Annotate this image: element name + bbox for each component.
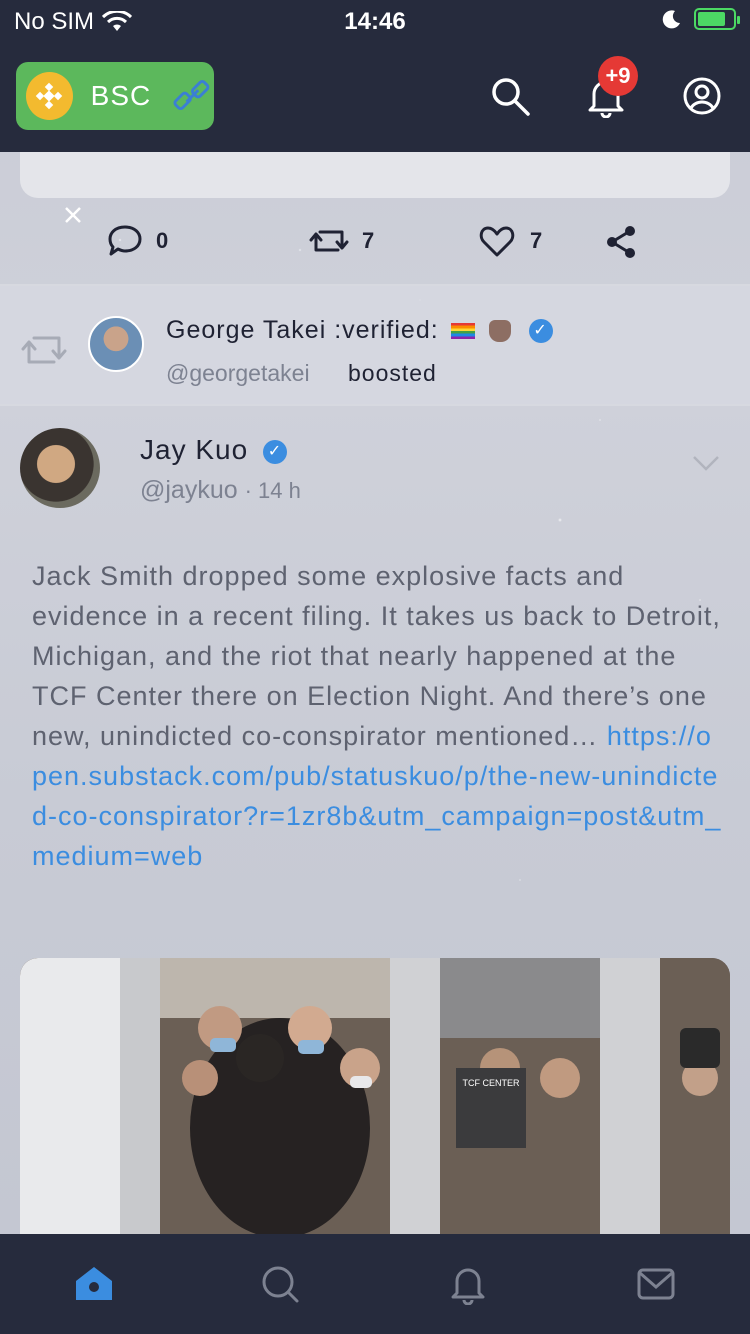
boost-count: 7	[362, 228, 375, 253]
booster-avatar[interactable]	[88, 316, 144, 372]
author-meta: @jaykuo · 14 h	[140, 476, 301, 505]
boosted-indicator-icon	[21, 336, 67, 364]
search-icon[interactable]	[488, 74, 532, 118]
bell-icon	[451, 1268, 485, 1305]
post-time: · 14 h	[244, 478, 301, 503]
moon-icon	[662, 10, 680, 29]
tab-notifications[interactable]	[438, 1254, 498, 1314]
network-label: BSC	[90, 80, 152, 111]
boosted-label: boosted	[348, 360, 437, 386]
bottom-tab-bar	[0, 1234, 750, 1334]
share-icon[interactable]	[604, 224, 638, 260]
search-icon	[262, 1266, 299, 1303]
clock: 14:46	[344, 8, 406, 35]
reply-icon	[108, 225, 142, 256]
reply-action[interactable]: 0	[106, 222, 168, 260]
battery-icon	[694, 8, 740, 30]
mail-icon	[637, 1268, 675, 1300]
network-switch-button[interactable]: BSC	[16, 62, 214, 130]
author-name-text: Jay Kuo	[140, 434, 249, 465]
tab-messages[interactable]	[626, 1254, 686, 1314]
booster-name[interactable]: George Takei :verified: ✓	[166, 316, 553, 345]
media-photo: TCF CENTER	[20, 958, 730, 1234]
heart-icon	[479, 226, 515, 257]
author-handle[interactable]: @jaykuo	[140, 476, 238, 504]
media-sign-text: TCF CENTER	[463, 1078, 520, 1088]
status-bar: No SIM 14:46	[0, 0, 750, 44]
favourite-action[interactable]: 7	[478, 222, 542, 260]
chevron-down-icon[interactable]	[692, 454, 720, 472]
boost-action[interactable]: 7	[308, 222, 374, 260]
verified-badge-icon: ✓	[262, 439, 287, 464]
booster-name-text: George Takei :verified:	[166, 316, 439, 344]
bnb-logo-icon	[26, 72, 73, 120]
previous-post-card	[20, 152, 730, 198]
close-icon	[65, 207, 81, 223]
rainbow-flag-icon	[450, 323, 475, 340]
profile-icon[interactable]	[680, 74, 724, 118]
author-avatar[interactable]	[20, 428, 100, 508]
chain-link-icon	[173, 80, 210, 111]
booster-handle[interactable]: @georgetakei	[166, 360, 310, 387]
reply-count: 0	[156, 228, 169, 253]
boost-icon	[309, 230, 349, 252]
tab-search[interactable]	[250, 1254, 310, 1314]
tab-home[interactable]	[64, 1254, 124, 1314]
home-icon	[76, 1267, 112, 1300]
app-header: BSC +9	[0, 44, 750, 152]
favourite-count: 7	[530, 228, 543, 253]
raised-hand-icon	[488, 320, 511, 343]
verified-badge-icon: ✓	[528, 319, 553, 344]
post-media-image[interactable]: TCF CENTER	[20, 958, 730, 1234]
divider	[0, 284, 750, 286]
divider	[0, 404, 750, 406]
post-content: Jack Smith dropped some explosive facts …	[32, 556, 722, 876]
author-name[interactable]: Jay Kuo ✓	[140, 434, 287, 466]
notification-badge: +9	[598, 56, 638, 96]
